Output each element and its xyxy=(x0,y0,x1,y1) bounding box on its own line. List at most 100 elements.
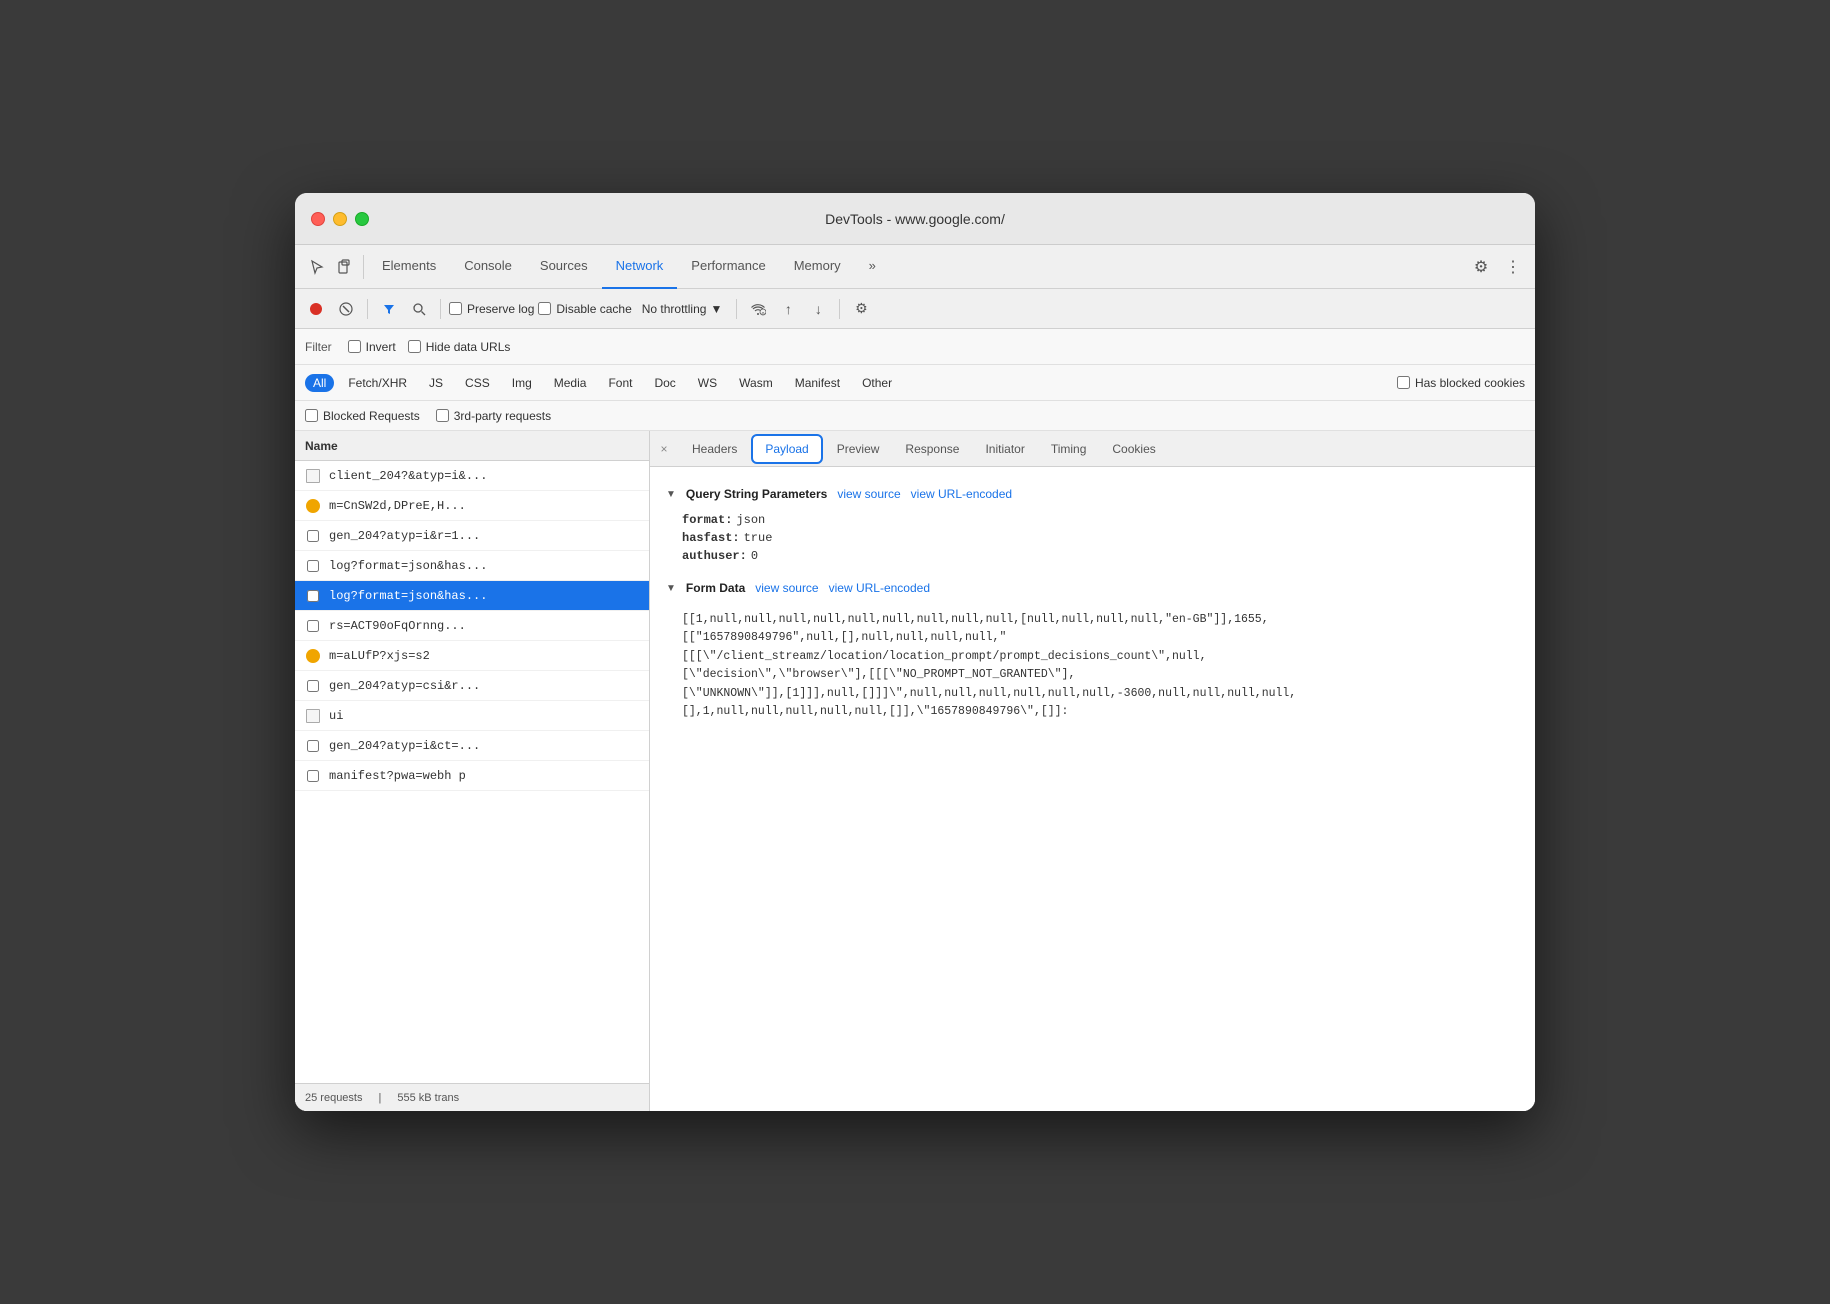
minimize-button[interactable] xyxy=(333,212,347,226)
row-checkbox[interactable] xyxy=(307,590,319,602)
wifi-button[interactable]: ⚙ xyxy=(745,296,771,322)
has-blocked-cookies-checkbox[interactable] xyxy=(1397,376,1410,389)
type-btn-manifest[interactable]: Manifest xyxy=(787,374,848,392)
list-item[interactable]: m=CnSW2d,DPreE,H... xyxy=(295,491,649,521)
type-btn-other[interactable]: Other xyxy=(854,374,900,392)
tab-console[interactable]: Console xyxy=(450,245,526,289)
hide-data-urls-label[interactable]: Hide data URLs xyxy=(408,340,511,354)
clear-icon xyxy=(339,302,353,316)
third-party-checkbox[interactable] xyxy=(436,409,449,422)
type-btn-wasm[interactable]: Wasm xyxy=(731,374,781,392)
query-view-url-encoded-link[interactable]: view URL-encoded xyxy=(911,487,1012,501)
type-btn-font[interactable]: Font xyxy=(600,374,640,392)
record-button[interactable] xyxy=(303,296,329,322)
has-blocked-cookies-label[interactable]: Has blocked cookies xyxy=(1397,376,1525,390)
upload-button[interactable]: ↑ xyxy=(775,296,801,322)
tab-initiator[interactable]: Initiator xyxy=(973,434,1036,464)
clear-button[interactable] xyxy=(333,296,359,322)
devtools-window: DevTools - www.google.com/ Elements Cons… xyxy=(295,193,1535,1111)
close-button[interactable] xyxy=(311,212,325,226)
tab-performance[interactable]: Performance xyxy=(677,245,779,289)
invert-label[interactable]: Invert xyxy=(348,340,396,354)
list-item[interactable]: rs=ACT90oFqOrnng... xyxy=(295,611,649,641)
has-blocked-cookies-group: Has blocked cookies xyxy=(1397,376,1525,390)
query-view-source-link[interactable]: view source xyxy=(837,487,900,501)
tab-more[interactable]: » xyxy=(855,245,890,289)
filter-button[interactable] xyxy=(376,296,402,322)
tab-elements[interactable]: Elements xyxy=(368,245,450,289)
row-checkbox[interactable] xyxy=(307,680,319,692)
type-btn-doc[interactable]: Doc xyxy=(646,374,683,392)
invert-checkbox[interactable] xyxy=(348,340,361,353)
form-data-section-header: ▼ Form Data view source view URL-encoded xyxy=(666,581,1519,595)
list-item[interactable]: gen_204?atyp=i&ct=... xyxy=(295,731,649,761)
download-button[interactable]: ↓ xyxy=(805,296,831,322)
list-item[interactable]: m=aLUfP?xjs=s2 xyxy=(295,641,649,671)
tab-sources[interactable]: Sources xyxy=(526,245,602,289)
search-icon xyxy=(412,302,426,316)
disable-cache-label[interactable]: Disable cache xyxy=(538,302,631,316)
tab-timing[interactable]: Timing xyxy=(1039,434,1099,464)
row-checkbox[interactable] xyxy=(307,770,319,782)
type-btn-ws[interactable]: WS xyxy=(690,374,725,392)
type-btn-js[interactable]: JS xyxy=(421,374,451,392)
blocked-requests-checkbox[interactable] xyxy=(305,409,318,422)
record-icon xyxy=(309,302,323,316)
type-btn-media[interactable]: Media xyxy=(546,374,595,392)
titlebar: DevTools - www.google.com/ xyxy=(295,193,1535,245)
row-checkbox[interactable] xyxy=(307,560,319,572)
collapse-triangle[interactable]: ▼ xyxy=(666,489,676,500)
svg-text:⚙: ⚙ xyxy=(762,311,766,316)
network-settings-button[interactable]: ⚙ xyxy=(848,296,874,322)
type-btn-img[interactable]: Img xyxy=(504,374,540,392)
preserve-log-label[interactable]: Preserve log xyxy=(449,302,534,316)
row-checkbox[interactable] xyxy=(307,740,319,752)
blocked-requests-label[interactable]: Blocked Requests xyxy=(305,409,420,423)
filter-row: Filter Invert Hide data URLs xyxy=(295,329,1535,365)
third-party-requests-label[interactable]: 3rd-party requests xyxy=(436,409,551,423)
request-items: client_204?&atyp=i&... m=CnSW2d,DPreE,H.… xyxy=(295,461,649,1083)
doc-icon xyxy=(305,768,321,784)
list-item[interactable]: manifest?pwa=webh p xyxy=(295,761,649,791)
maximize-button[interactable] xyxy=(355,212,369,226)
form-view-source-link[interactable]: view source xyxy=(755,581,818,595)
list-item[interactable]: ui xyxy=(295,701,649,731)
sep2 xyxy=(440,299,441,319)
inspect-element-button[interactable] xyxy=(303,253,331,281)
toolbar-divider xyxy=(363,255,364,279)
tab-cookies[interactable]: Cookies xyxy=(1100,434,1167,464)
device-toolbar-button[interactable] xyxy=(331,253,359,281)
hide-data-urls-checkbox[interactable] xyxy=(408,340,421,353)
type-btn-css[interactable]: CSS xyxy=(457,374,498,392)
row-checkbox[interactable] xyxy=(307,530,319,542)
list-item[interactable]: gen_204?atyp=csi&r... xyxy=(295,671,649,701)
tab-headers[interactable]: Headers xyxy=(680,434,749,464)
disable-cache-checkbox[interactable] xyxy=(538,302,551,315)
list-item[interactable]: log?format=json&has... xyxy=(295,551,649,581)
form-data-collapse-triangle[interactable]: ▼ xyxy=(666,583,676,594)
doc-icon xyxy=(305,708,321,724)
list-item[interactable]: client_204?&atyp=i&... xyxy=(295,461,649,491)
detail-content: ▼ Query String Parameters view source vi… xyxy=(650,467,1535,1111)
param-row-hasfast: hasfast: true xyxy=(666,529,1519,547)
tab-response[interactable]: Response xyxy=(893,434,971,464)
request-list: Name client_204?&atyp=i&... m=CnSW2d,DPr… xyxy=(295,431,650,1111)
type-btn-all[interactable]: All xyxy=(305,374,334,392)
tab-network[interactable]: Network xyxy=(602,245,678,289)
row-checkbox[interactable] xyxy=(307,620,319,632)
list-item[interactable]: gen_204?atyp=i&r=1... xyxy=(295,521,649,551)
type-btn-fetch-xhr[interactable]: Fetch/XHR xyxy=(340,374,415,392)
more-tools-button[interactable]: ⋮ xyxy=(1499,253,1527,281)
preserve-log-checkbox[interactable] xyxy=(449,302,462,315)
search-button[interactable] xyxy=(406,296,432,322)
settings-button[interactable]: ⚙ xyxy=(1467,253,1495,281)
close-detail-button[interactable]: × xyxy=(654,439,674,459)
form-view-url-encoded-link[interactable]: view URL-encoded xyxy=(829,581,930,595)
tab-memory[interactable]: Memory xyxy=(780,245,855,289)
param-row-authuser: authuser: 0 xyxy=(666,547,1519,565)
tab-preview[interactable]: Preview xyxy=(825,434,892,464)
throttle-select[interactable]: No throttling ▼ xyxy=(636,300,729,318)
query-string-section-header: ▼ Query String Parameters view source vi… xyxy=(666,487,1519,501)
tab-payload[interactable]: Payload xyxy=(751,434,822,464)
list-item-selected[interactable]: log?format=json&has... xyxy=(295,581,649,611)
